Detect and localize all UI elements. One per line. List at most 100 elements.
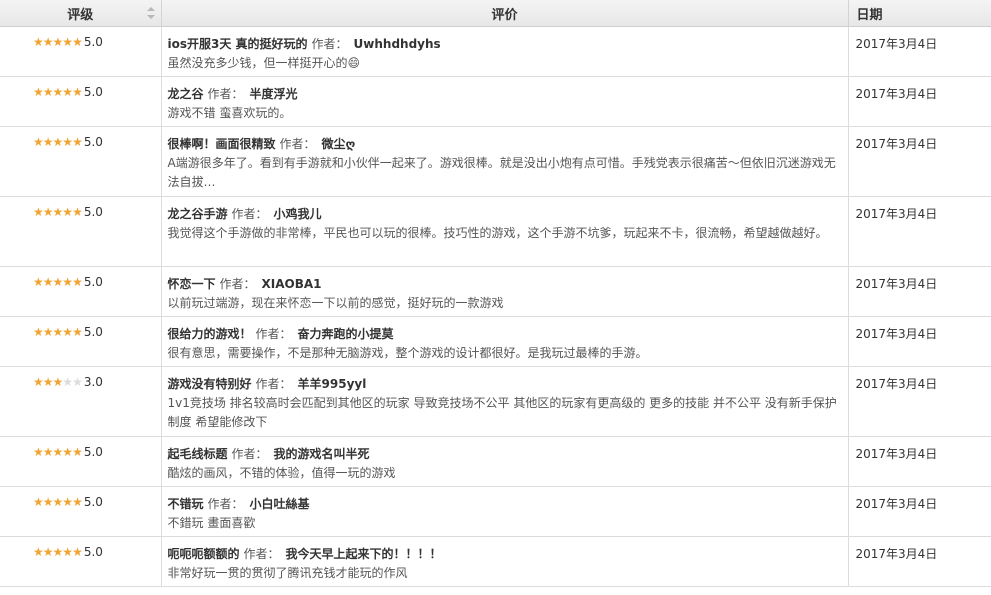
- star-rating: ★★★★★: [33, 85, 83, 99]
- star-filled-icon: ★: [62, 135, 73, 149]
- star-filled-icon: ★: [72, 35, 83, 49]
- star-filled-icon: ★: [33, 35, 44, 49]
- author-label: 作者：: [255, 377, 292, 391]
- review-author: 奋力奔跑的小提莫: [297, 327, 394, 341]
- author-label: 作者：: [231, 207, 268, 221]
- star-filled-icon: ★: [33, 375, 44, 389]
- table-row: ★★★★★ 3.0 游戏没有特别好 作者： 羊羊995yyl 1v1竞技场 排名较高时会匹…: [0, 366, 991, 437]
- rating-cell: ★★★★★ 5.0: [0, 316, 162, 367]
- review-author: 半度浮光: [249, 87, 298, 101]
- star-filled-icon: ★: [72, 275, 83, 289]
- star-filled-icon: ★: [62, 85, 73, 99]
- star-filled-icon: ★: [42, 545, 54, 559]
- review-author: XIAOBA1: [261, 277, 322, 291]
- author-label: 作者：: [279, 137, 316, 151]
- review-title: 呃呃呃额额的: [167, 547, 240, 561]
- rating-column-header[interactable]: 评级: [0, 0, 162, 27]
- author-label: 作者：: [311, 37, 348, 51]
- reviews-table: 评级 评价 日期 ★★★★★ 5.0 ios开服3天 真的挺好玩的 作者： Uwhhdh…: [0, 0, 991, 587]
- star-empty-icon: ★: [72, 375, 83, 389]
- star-rating: ★★★★★: [33, 375, 83, 389]
- review-body: 很有意思，需要操作，不是那种无脑游戏，整个游戏的设计都很好。是我玩过最棒的手游。: [167, 346, 648, 360]
- star-filled-icon: ★: [52, 275, 64, 289]
- star-rating: ★★★★★: [33, 495, 83, 509]
- date-header-label: 日期: [856, 7, 883, 23]
- star-filled-icon: ★: [52, 85, 64, 99]
- author-label: 作者：: [231, 447, 268, 461]
- rating-header-label: 评级: [67, 7, 94, 23]
- review-title: 龙之谷手游: [167, 207, 228, 221]
- review-author: 微尘ღ: [321, 137, 356, 151]
- reviews-body: ★★★★★ 5.0 ios开服3天 真的挺好玩的 作者： Uwhhdhdyhs 虽然没充多…: [0, 26, 991, 587]
- star-rating: ★★★★★: [33, 545, 83, 559]
- review-cell: 游戏没有特别好 作者： 羊羊995yyl 1v1竞技场 排名较高时会匹配到其他区的玩家…: [161, 366, 849, 437]
- star-filled-icon: ★: [72, 495, 83, 509]
- review-author: 小鸡我儿: [273, 207, 322, 221]
- star-rating: ★★★★★: [33, 325, 83, 339]
- rating-score: 3.0: [83, 375, 103, 389]
- table-header-row: 评级 评价 日期: [0, 0, 991, 27]
- rating-score: 5.0: [83, 85, 103, 99]
- star-filled-icon: ★: [72, 85, 83, 99]
- rating-cell: ★★★★★ 5.0: [0, 266, 162, 317]
- review-cell: 怀恋一下 作者： XIAOBA1 以前玩过端游，现在来怀恋一下以前的感觉，挺好玩的一款…: [161, 266, 849, 317]
- review-title: 游戏没有特别好: [167, 377, 252, 391]
- review-date: 2017年3月4日: [848, 316, 991, 367]
- rating-cell: ★★★★★ 5.0: [0, 76, 162, 127]
- table-row: ★★★★★ 5.0 龙之谷 作者： 半度浮光 游戏不错 蛮喜欢玩的。 2017年3月4日: [0, 76, 991, 127]
- star-filled-icon: ★: [52, 445, 64, 459]
- star-filled-icon: ★: [42, 325, 54, 339]
- review-header-label: 评价: [491, 7, 518, 23]
- table-row: ★★★★★ 5.0 起毛线标题 作者： 我的游戏名叫半死 酷炫的画风，不错的体验，值得一玩…: [0, 436, 991, 487]
- review-cell: 起毛线标题 作者： 我的游戏名叫半死 酷炫的画风，不错的体验，值得一玩的游戏: [161, 436, 849, 487]
- star-filled-icon: ★: [33, 85, 44, 99]
- star-filled-icon: ★: [62, 275, 73, 289]
- rating-cell: ★★★★★ 5.0: [0, 436, 162, 487]
- star-filled-icon: ★: [42, 275, 54, 289]
- review-cell: 龙之谷手游 作者： 小鸡我儿 我觉得这个手游做的非常棒，平民也可以玩的很棒。技巧性的游…: [161, 196, 849, 267]
- rating-cell: ★★★★★ 5.0: [0, 196, 162, 267]
- author-label: 作者：: [207, 87, 244, 101]
- table-row: ★★★★★ 5.0 龙之谷手游 作者： 小鸡我儿 我觉得这个手游做的非常棒，平民也可以玩的…: [0, 196, 991, 267]
- star-filled-icon: ★: [42, 85, 54, 99]
- star-filled-icon: ★: [33, 135, 44, 149]
- review-body: 酷炫的画风，不错的体验，值得一玩的游戏: [167, 466, 396, 480]
- review-cell: 不错玩 作者： 小白吐絲基 不錯玩 畫面喜歡: [161, 486, 849, 537]
- rating-cell: ★★★★★ 5.0: [0, 126, 162, 197]
- review-body: 非常好玩一贯的贯彻了腾讯充钱才能玩的作风: [167, 566, 408, 580]
- review-date: 2017年3月4日: [848, 26, 991, 77]
- author-label: 作者：: [219, 277, 256, 291]
- review-title: 起毛线标题: [167, 447, 228, 461]
- rating-cell: ★★★★★ 3.0: [0, 366, 162, 437]
- review-body: 虽然没充多少钱，但一样挺开心的😄: [167, 56, 361, 70]
- date-column-header[interactable]: 日期: [848, 0, 991, 27]
- sort-arrows-icon[interactable]: [146, 7, 155, 19]
- star-filled-icon: ★: [42, 35, 54, 49]
- review-title: ios开服3天 真的挺好玩的: [167, 37, 308, 51]
- star-rating: ★★★★★: [33, 205, 83, 219]
- review-date: 2017年3月4日: [848, 76, 991, 127]
- star-rating: ★★★★★: [33, 135, 83, 149]
- review-date: 2017年3月4日: [848, 436, 991, 487]
- star-filled-icon: ★: [52, 35, 64, 49]
- rating-score: 5.0: [83, 205, 103, 219]
- star-filled-icon: ★: [62, 325, 73, 339]
- star-filled-icon: ★: [42, 495, 54, 509]
- table-row: ★★★★★ 5.0 呃呃呃额额的 作者： 我今天早上起来下的！！！！ 非常好玩一贯的贯彻了…: [0, 536, 991, 587]
- review-column-header[interactable]: 评价: [161, 0, 849, 27]
- review-body: 以前玩过端游，现在来怀恋一下以前的感觉，挺好玩的一款游戏: [167, 296, 504, 310]
- rating-score: 5.0: [83, 545, 103, 559]
- rating-score: 5.0: [83, 325, 103, 339]
- star-filled-icon: ★: [72, 135, 83, 149]
- author-label: 作者：: [255, 327, 292, 341]
- star-filled-icon: ★: [42, 205, 54, 219]
- rating-score: 5.0: [83, 275, 103, 289]
- review-cell: 很给力的游戏！ 作者： 奋力奔跑的小提莫 很有意思，需要操作，不是那种无脑游戏，整个游…: [161, 316, 849, 367]
- review-cell: 很棒啊！画面很精致 作者： 微尘ღ A端游很多年了。看到有手游就和小伙伴一起来了。游戏…: [161, 126, 849, 197]
- review-body: 不錯玩 畫面喜歡: [167, 516, 256, 530]
- rating-score: 5.0: [83, 495, 103, 509]
- star-filled-icon: ★: [52, 375, 64, 389]
- star-filled-icon: ★: [33, 545, 44, 559]
- review-author: 羊羊995yyl: [297, 377, 367, 391]
- review-cell: 呃呃呃额额的 作者： 我今天早上起来下的！！！！ 非常好玩一贯的贯彻了腾讯充钱才能玩的…: [161, 536, 849, 587]
